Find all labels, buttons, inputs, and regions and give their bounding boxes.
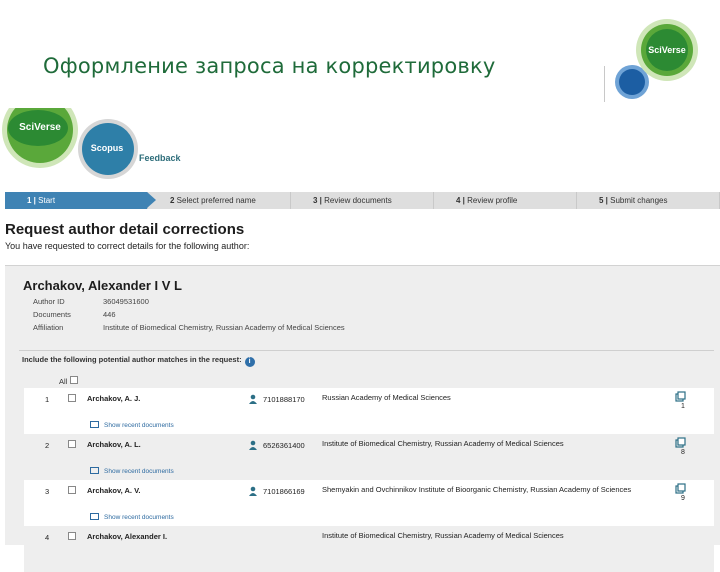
affiliation-label: Affiliation [33,323,64,332]
step-number: 5 | [599,196,611,205]
author-match-affiliation: Russian Academy of Medical Sciences [322,393,451,402]
row-number: 4 [45,533,50,542]
author-id-label: Author ID [33,297,65,306]
step-label: Review documents [324,196,392,205]
sciverse-logo-icon: SciVerse [615,19,698,99]
person-icon [249,394,257,404]
show-recent-label: Show recent documents [104,468,174,475]
table-row: 1 Archakov, A. J. 7101888170 Russian Aca… [24,388,714,434]
documents-toggle-icon [90,513,99,520]
step-number: 1 | [27,196,39,205]
show-recent-label: Show recent documents [104,514,174,521]
row-checkbox[interactable] [68,486,76,494]
author-match-id[interactable]: 7101866169 [263,487,305,496]
brand-header: SciVerse Scopus [0,92,260,180]
author-match-id[interactable]: 6526361400 [263,441,305,450]
page-title: Request author detail corrections [5,221,245,238]
step-label: Select preferred name [176,196,256,205]
step-label: Submit changes [610,196,668,205]
page-subtitle: You have requested to correct details fo… [5,241,250,251]
person-icon [249,440,257,450]
author-id-row: Author ID 36049531600 [33,297,149,306]
author-match-name: Archakov, A. V. [87,486,141,495]
row-checkbox[interactable] [68,394,76,402]
step-submit-changes[interactable]: 5 | Submit changes [577,192,720,209]
row-number: 3 [45,487,50,496]
author-match-affiliation: Institute of Biomedical Chemistry, Russi… [322,439,564,448]
include-matches-label: Include the following potential author m… [22,355,242,364]
document-count: 9 [681,495,685,502]
corner-divider [604,66,605,102]
author-match-id[interactable]: 7101888170 [263,395,305,404]
select-all-label: All [59,377,68,386]
show-recent-documents-link[interactable]: Show recent documents [90,467,174,475]
documents-toggle-icon [90,467,99,474]
step-number: 3 | [313,196,325,205]
document-count: 8 [681,449,685,456]
documents-icon[interactable] [675,483,686,494]
row-number: 1 [45,395,50,404]
author-id-value: 36049531600 [103,297,149,306]
documents-toggle-icon [90,421,99,428]
feedback-link[interactable]: Feedback [139,153,181,163]
table-row: 3 Archakov, A. V. 7101866169 Shemyakin a… [24,480,714,526]
row-checkbox[interactable] [68,440,76,448]
corner-logo-text: SciVerse [648,45,686,55]
author-details-panel: Archakov, Alexander I V L Author ID 36049… [5,265,720,572]
author-match-name: Archakov, A. L. [87,440,141,449]
documents-row: Documents 446 [33,310,116,319]
sciverse-logo-text: SciVerse [19,122,61,133]
slide-title: Оформление запроса на корректировку [43,54,496,78]
select-all-checkbox[interactable] [70,376,78,384]
progress-steps: 1 | Start 2 Select preferred name 3 | Re… [5,192,720,209]
step-label: Start [38,196,56,205]
affiliation-row: Affiliation Institute of Biomedical Chemi… [33,323,345,332]
row-checkbox[interactable] [68,532,76,540]
author-match-affiliation: Institute of Biomedical Chemistry, Russi… [322,531,564,540]
show-recent-documents-link[interactable]: Show recent documents [90,421,174,429]
person-icon [249,486,257,496]
document-count: 1 [681,403,685,410]
step-arrow-icon [147,192,156,208]
documents-icon[interactable] [675,437,686,448]
table-row: 2 Archakov, A. L. 6526361400 Institute o… [24,434,714,480]
documents-value: 446 [103,310,116,319]
step-number: 4 | [456,196,468,205]
section-divider [19,350,714,351]
author-match-affiliation: Shemyakin and Ovchinnikov Institute of B… [322,485,632,494]
step-number: 2 [170,196,177,205]
include-matches-heading: Include the following potential author m… [22,355,255,367]
step-label: Review profile [467,196,518,205]
author-match-name: Archakov, A. J. [87,394,141,403]
table-row: 4 Archakov, Alexander I. Institute of Bi… [24,526,714,572]
documents-icon[interactable] [675,391,686,402]
affiliation-value: Institute of Biomedical Chemistry, Russi… [103,323,345,332]
show-recent-documents-link[interactable]: Show recent documents [90,513,174,521]
step-start[interactable]: 1 | Start [5,192,156,209]
scopus-logo-text: Scopus [91,143,124,153]
step-review-profile[interactable]: 4 | Review profile [434,192,577,209]
step-review-documents[interactable]: 3 | Review documents [291,192,434,209]
show-recent-label: Show recent documents [104,422,174,429]
documents-label: Documents [33,310,71,319]
author-name: Archakov, Alexander I V L [23,278,182,293]
row-number: 2 [45,441,50,450]
sciverse-scopus-logo-icon: SciVerse Scopus [2,92,138,179]
info-icon[interactable]: i [244,357,255,367]
step-select-preferred-name[interactable]: 2 Select preferred name [148,192,291,209]
